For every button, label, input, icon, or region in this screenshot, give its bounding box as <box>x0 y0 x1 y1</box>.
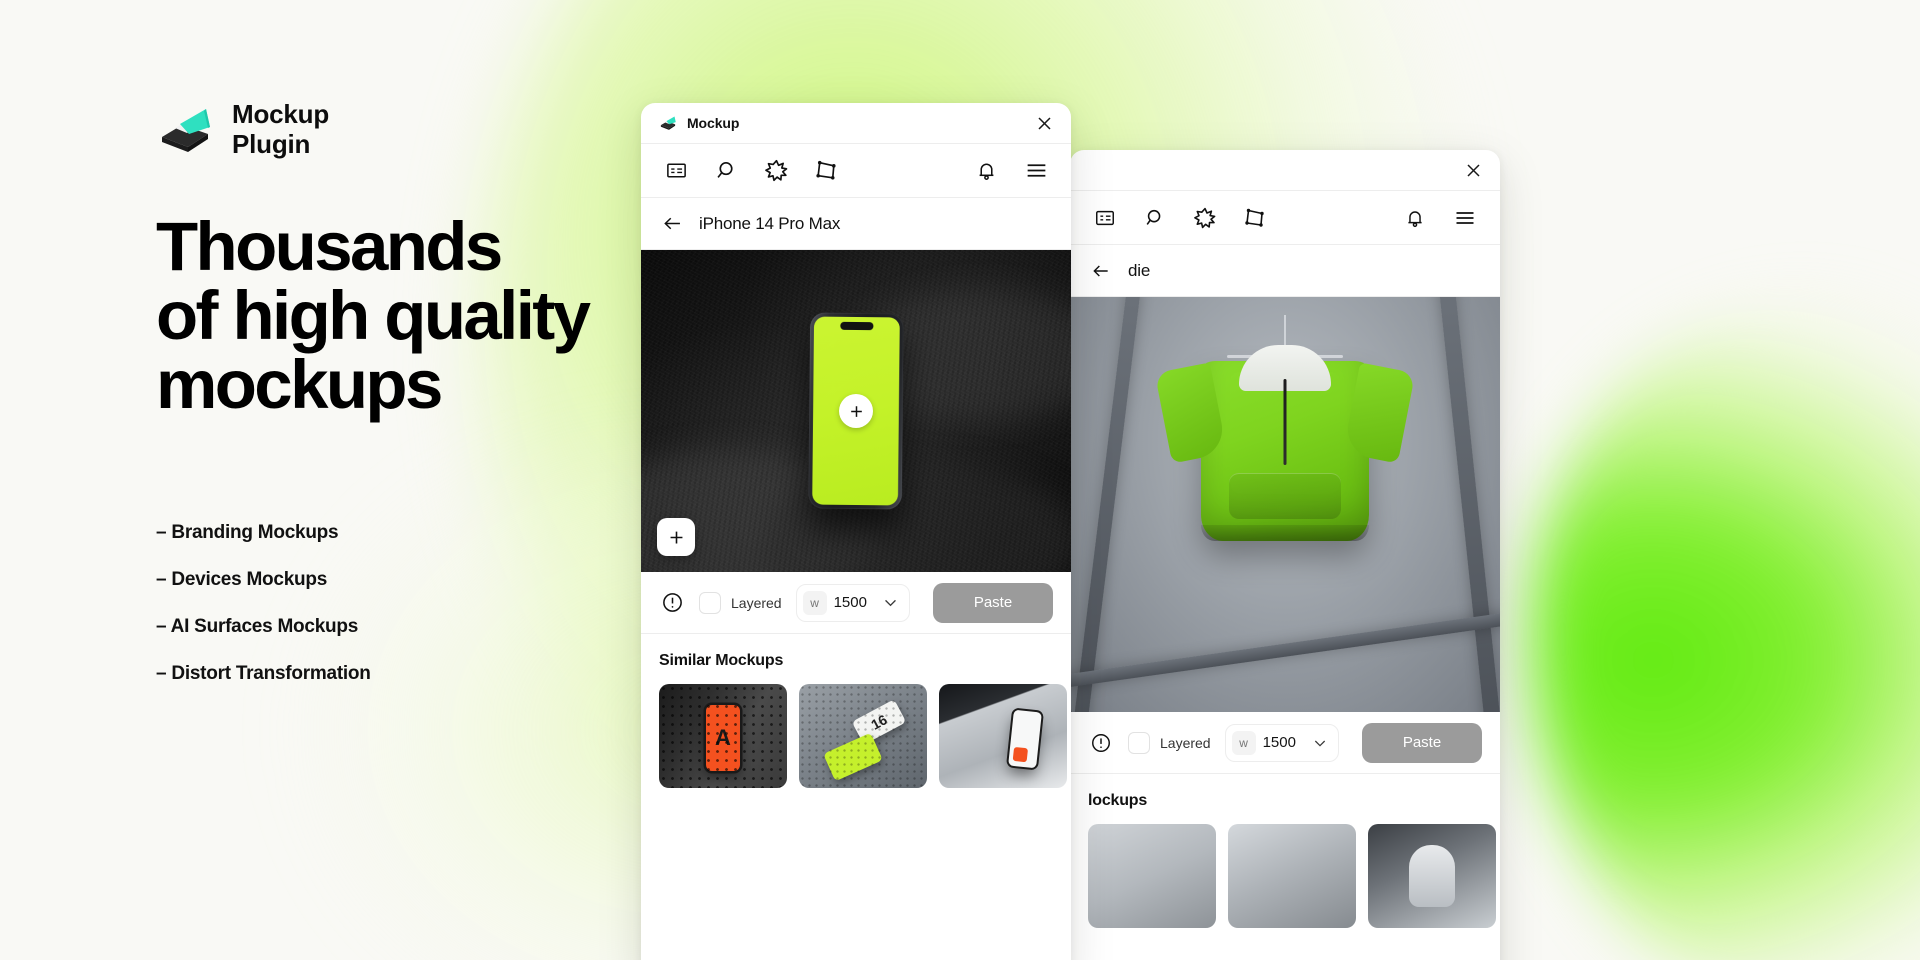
brand-lockup: Mockup Plugin <box>156 99 626 160</box>
similar-thumb-row: A 16 <box>659 684 1067 788</box>
table-row[interactable] <box>939 684 1067 788</box>
feature-item-branding: – Branding Mockups <box>156 522 339 543</box>
thumb-green-device <box>823 732 884 782</box>
table-row[interactable]: A <box>659 684 787 788</box>
layered-checkbox[interactable] <box>699 591 721 614</box>
layered-checkbox-row[interactable]: Layered <box>699 591 782 614</box>
brand-name: Mockup Plugin <box>232 99 330 159</box>
layered-label: Layered <box>1160 734 1211 751</box>
hoodie-hem <box>1201 525 1369 541</box>
panel-front-subhead-title: iPhone 14 Pro Max <box>699 213 841 233</box>
table-row[interactable]: 16 <box>799 684 927 788</box>
search-icon[interactable] <box>1140 203 1170 233</box>
layered-label: Layered <box>731 594 782 611</box>
panel-front-subhead: iPhone 14 Pro Max <box>641 198 1071 250</box>
phone-preview[interactable] <box>641 250 1071 572</box>
arrow-left-icon[interactable] <box>1090 260 1112 282</box>
card-list-icon[interactable] <box>1090 203 1120 233</box>
hoodie-garment <box>1154 345 1416 541</box>
feature-item-ai-surfaces: – AI Surfaces Mockups <box>156 616 359 637</box>
panel-back-action-bar: Layered w 1500 Paste <box>1070 712 1500 774</box>
layered-checkbox-row[interactable]: Layered <box>1128 731 1211 754</box>
hoodie-pocket <box>1229 473 1341 519</box>
similar-thumb-row <box>1088 824 1496 928</box>
list-item[interactable] <box>1228 824 1356 928</box>
info-circle-icon[interactable] <box>1088 730 1114 756</box>
width-value[interactable]: 1500 <box>834 594 874 611</box>
panel-back-toolbar <box>1070 191 1500 245</box>
feature-item-devices: – Devices Mockups <box>156 569 328 590</box>
plugin-panel-back[interactable]: die Layered w 1500 Paste lockups <box>1070 150 1500 960</box>
arrow-left-icon[interactable] <box>661 213 683 235</box>
similar-mockups-title: Similar Mockups <box>659 652 784 669</box>
distort-quad-icon[interactable] <box>811 156 841 186</box>
mockup-isometric-logo-icon <box>659 114 677 132</box>
search-icon[interactable] <box>711 156 741 186</box>
thumb-badge: A <box>706 705 740 772</box>
similar-mockups-title: lockups <box>1088 792 1148 809</box>
panel-front-toolbar <box>641 144 1071 198</box>
dynamic-island <box>840 321 874 331</box>
page-title: Thousands of high quality mockups <box>156 207 591 423</box>
thumb-badge: 16 <box>852 699 907 745</box>
panel-front-title-left: Mockup <box>659 114 739 132</box>
width-prefix: w <box>1231 730 1256 755</box>
bell-icon[interactable] <box>1400 203 1430 233</box>
distort-quad-icon[interactable] <box>1240 203 1270 233</box>
chevron-down-icon[interactable] <box>1310 733 1330 753</box>
mockup-isometric-logo-icon <box>156 101 214 159</box>
hero-column: Mockup Plugin Thousands of high quality … <box>156 99 626 423</box>
hamburger-menu-icon[interactable] <box>1021 156 1051 186</box>
hoodie-preview[interactable] <box>1070 297 1500 712</box>
info-circle-icon[interactable] <box>659 590 685 616</box>
panel-back-subhead-title: die <box>1128 260 1151 280</box>
list-item[interactable] <box>1368 824 1496 928</box>
panel-back-subhead: die <box>1070 245 1500 297</box>
paste-button[interactable]: Paste <box>1362 722 1482 763</box>
thumb-phone <box>1007 709 1042 769</box>
plugin-panel-front[interactable]: Mockup iPhone 14 Pro Max Layered w 1500 … <box>641 103 1071 960</box>
panel-front-similar-section: Similar Mockups A 16 <box>641 634 1071 788</box>
plus-icon[interactable] <box>657 518 695 556</box>
hoodie-zipper <box>1283 379 1287 465</box>
feature-list: – Branding Mockups – Devices Mockups – A… <box>156 522 371 685</box>
list-item[interactable] <box>1088 824 1216 928</box>
close-icon[interactable] <box>1031 110 1057 136</box>
panel-back-titlebar <box>1070 150 1500 191</box>
width-input[interactable]: w 1500 <box>1224 723 1339 762</box>
page-root: Mockup Plugin Thousands of high quality … <box>0 0 1920 960</box>
chevron-down-icon[interactable] <box>881 593 901 613</box>
panel-front-titlebar: Mockup <box>641 103 1071 144</box>
sparkle-burst-icon[interactable] <box>761 156 791 186</box>
bell-icon[interactable] <box>971 156 1001 186</box>
close-icon[interactable] <box>1460 157 1486 183</box>
paste-button[interactable]: Paste <box>933 582 1053 623</box>
feature-item-distort: – Distort Transformation <box>156 663 371 684</box>
card-list-icon[interactable] <box>661 156 691 186</box>
add-artwork-button[interactable] <box>839 394 873 428</box>
panel-front-action-bar: Layered w 1500 Paste <box>641 572 1071 634</box>
width-value[interactable]: 1500 <box>1263 734 1303 751</box>
background-glow-bright <box>1530 300 1920 960</box>
hamburger-menu-icon[interactable] <box>1450 203 1480 233</box>
width-prefix: w <box>802 590 827 615</box>
layered-checkbox[interactable] <box>1128 731 1150 754</box>
panel-title: Mockup <box>687 115 740 131</box>
width-input[interactable]: w 1500 <box>795 583 910 622</box>
sparkle-burst-icon[interactable] <box>1190 203 1220 233</box>
panel-back-similar-section: lockups <box>1070 774 1500 928</box>
